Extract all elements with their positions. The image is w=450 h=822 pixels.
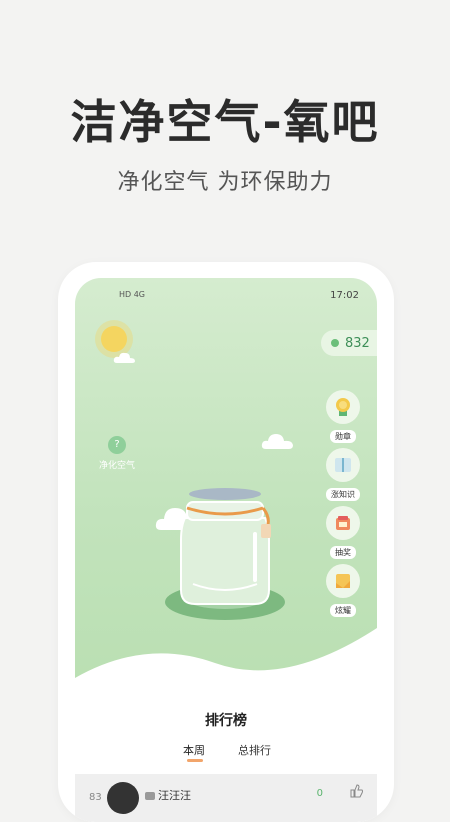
cloud-icon	[261, 434, 293, 449]
points-badge[interactable]: 832	[321, 330, 377, 356]
avatar	[107, 782, 139, 814]
subheadline: 净化空气 为环保助力	[117, 170, 333, 195]
question-icon: ?	[108, 436, 126, 454]
cloud-icon	[113, 352, 135, 363]
sun-icon	[101, 326, 127, 352]
ranking-title: 排行榜	[205, 713, 247, 729]
network-status: HD 4G	[119, 290, 146, 299]
medal-button[interactable]: 勋章	[323, 390, 363, 443]
tab-this-week[interactable]: 本周	[183, 742, 205, 758]
medal-label: 勋章	[330, 430, 356, 443]
phone-mockup: HD 4G 17:02 832 ? 净化空气 勋章 涨知识 抽奖 炫耀 排行榜 …	[58, 262, 394, 822]
jar-icon	[165, 488, 285, 620]
lottery-icon	[326, 506, 360, 540]
lottery-button[interactable]: 抽奖	[323, 506, 363, 559]
purify-air-button[interactable]: ? 净化空气	[97, 436, 137, 471]
book-icon	[326, 448, 360, 482]
ranking-row[interactable]: 83 汪汪汪 0	[75, 774, 377, 822]
medal-icon	[326, 390, 360, 424]
headline: 洁净空气-氧吧	[70, 95, 380, 149]
user-name-row: 汪汪汪	[145, 787, 191, 803]
thumbs-up-icon[interactable]	[349, 784, 363, 798]
leaf-icon	[331, 339, 339, 347]
points-value: 832	[345, 335, 370, 351]
tab-total-ranking[interactable]: 总排行	[238, 742, 271, 758]
user-score: 0	[316, 788, 323, 799]
knowledge-label: 涨知识	[326, 488, 360, 501]
knowledge-button[interactable]: 涨知识	[323, 448, 363, 501]
user-name: 汪汪汪	[158, 789, 191, 802]
app-screen: HD 4G 17:02 832 ? 净化空气 勋章 涨知识 抽奖 炫耀 排行榜 …	[75, 278, 377, 822]
user-level-icon	[145, 792, 155, 800]
active-tab-indicator	[187, 759, 203, 762]
purify-label: 净化空气	[98, 461, 135, 471]
share-icon	[326, 564, 360, 598]
lottery-label: 抽奖	[330, 546, 356, 559]
share-label: 炫耀	[330, 604, 356, 617]
status-time: 17:02	[330, 290, 359, 301]
rank-number: 83	[89, 792, 102, 803]
share-button[interactable]: 炫耀	[323, 564, 363, 617]
